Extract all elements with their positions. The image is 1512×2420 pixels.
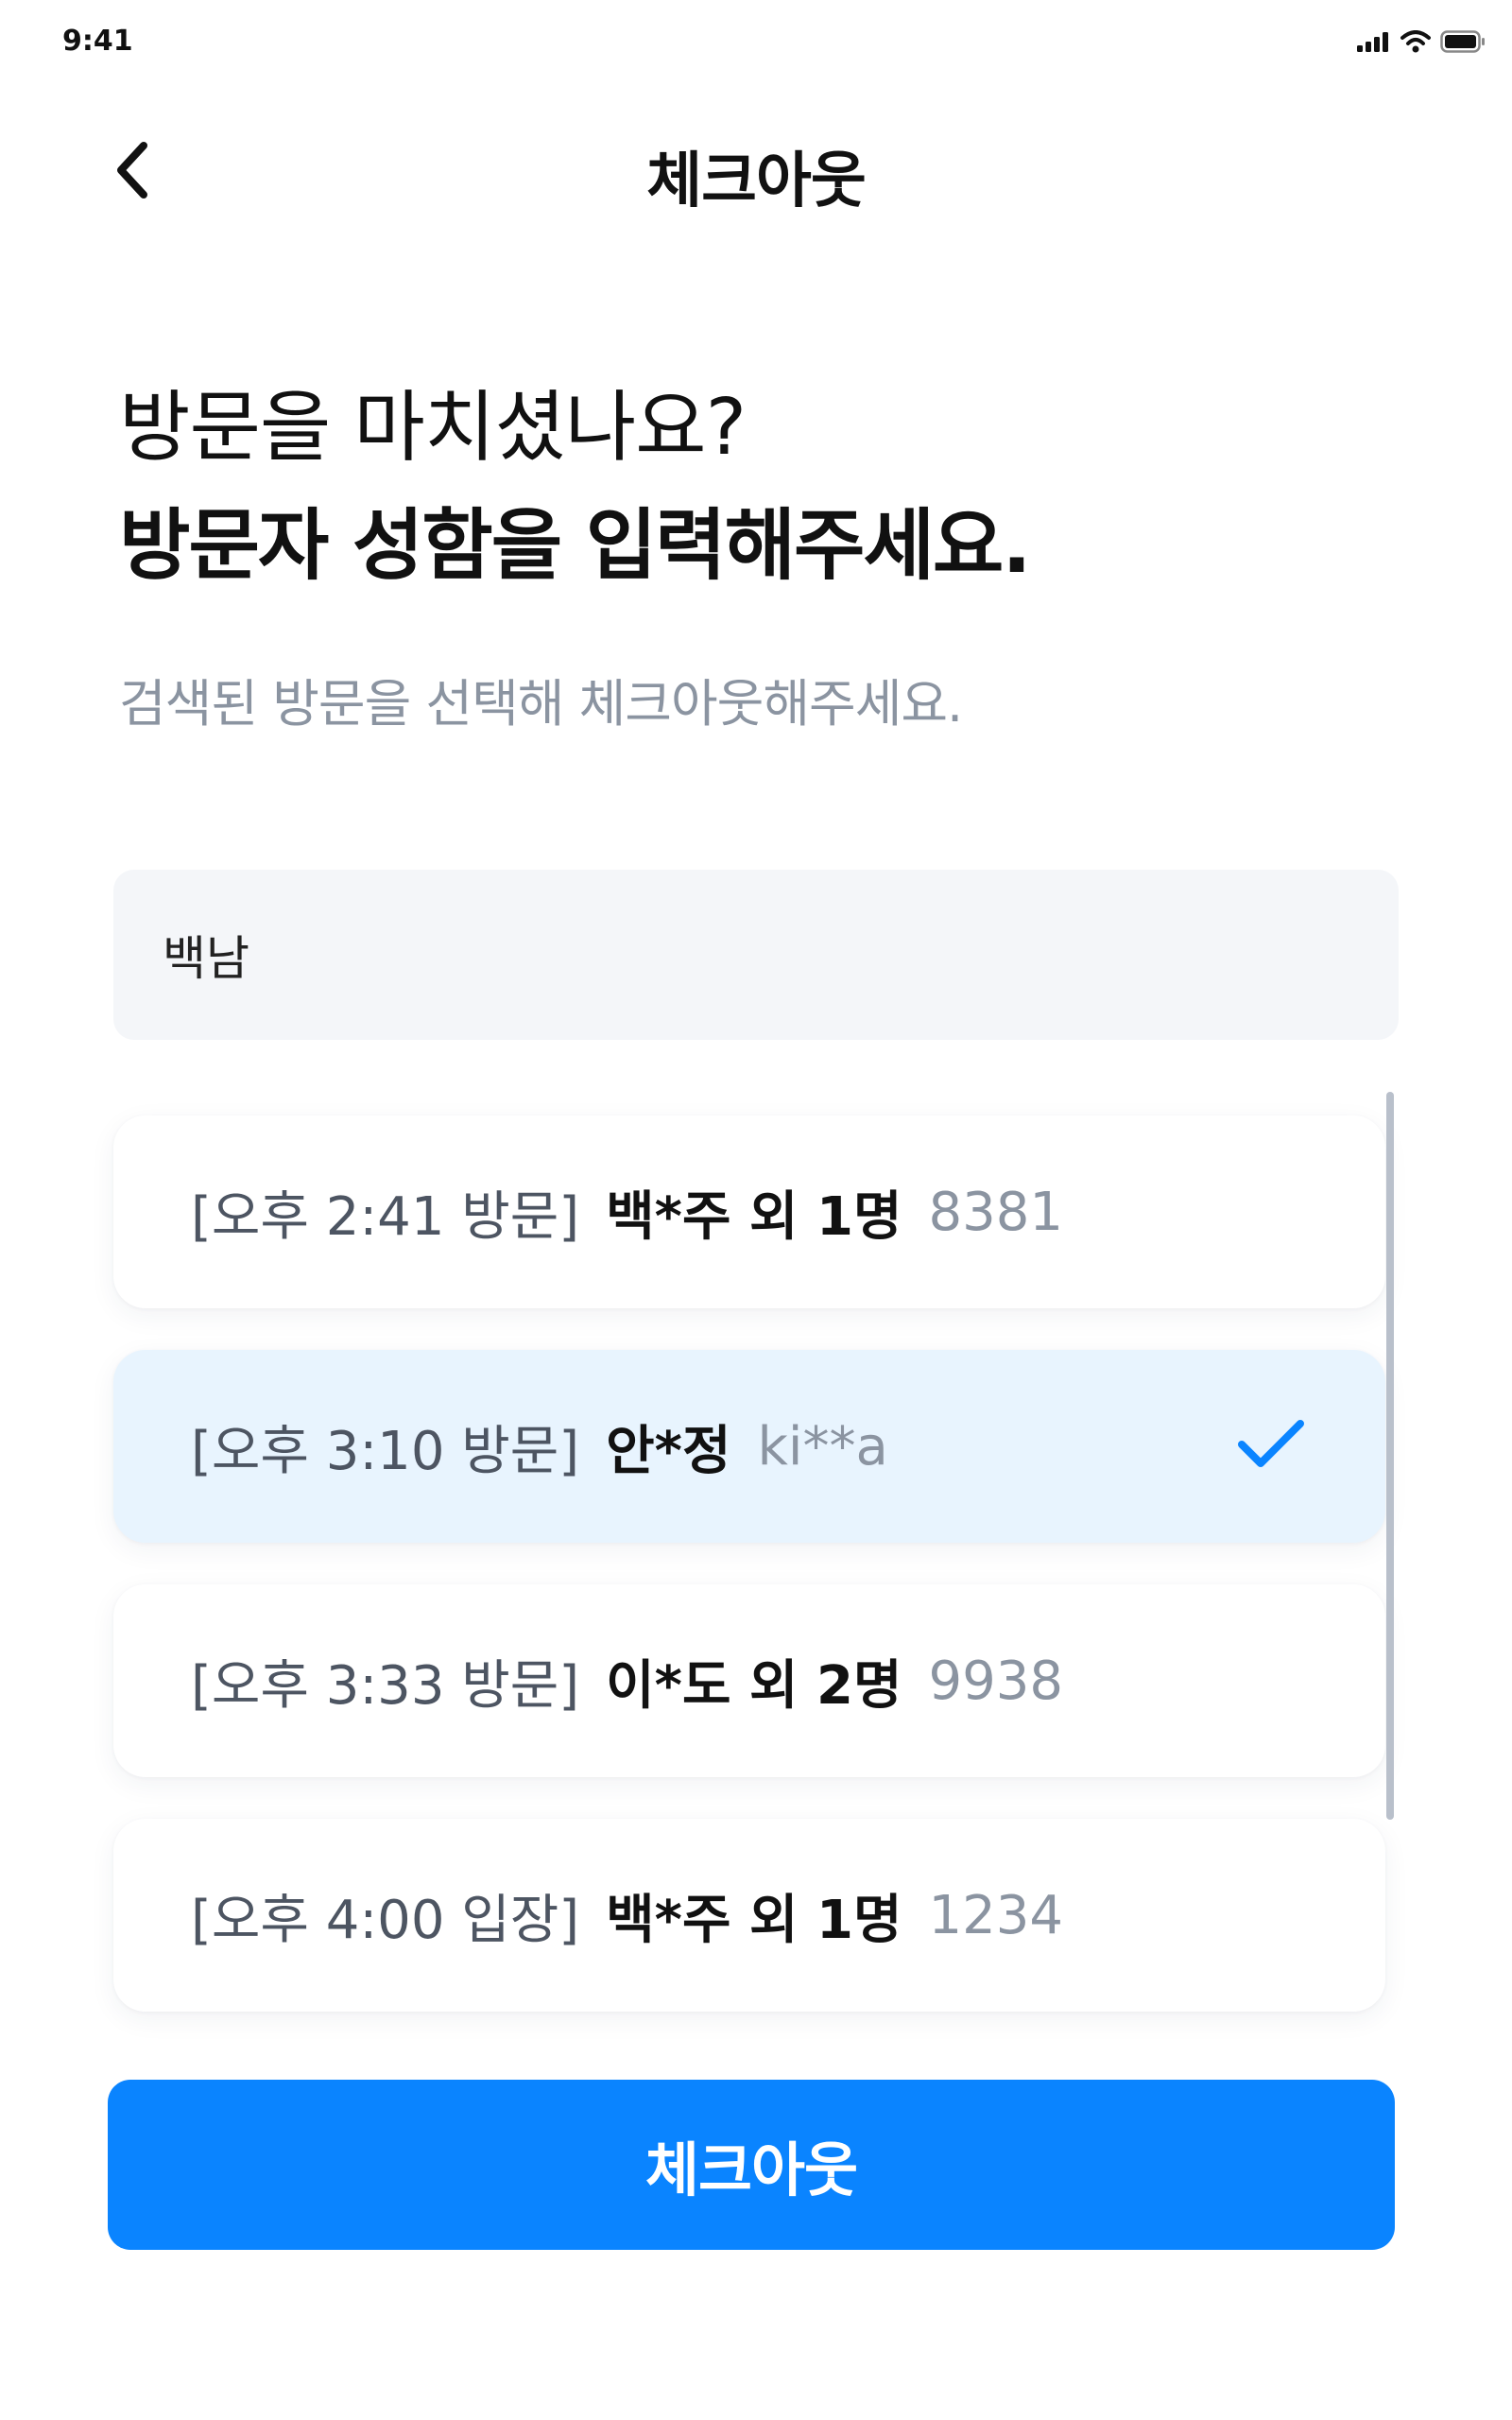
visit-list-item[interactable]: [오후 4:00 입장] 백*주 외 1명 1234 xyxy=(113,1819,1385,2012)
visitor-name: 백*주 외 1명 xyxy=(606,1185,902,1248)
search-field[interactable] xyxy=(113,870,1399,1040)
status-icons xyxy=(1357,30,1486,53)
visit-time: [오후 3:33 방문] xyxy=(191,1654,580,1717)
status-time: 9:41 xyxy=(62,25,133,58)
visit-list-item[interactable]: [오후 2:41 방문] 백*주 외 1명 8381 xyxy=(113,1115,1385,1308)
visitor-name: 백*주 외 1명 xyxy=(606,1889,902,1951)
battery-icon xyxy=(1440,30,1485,53)
visit-code: 9938 xyxy=(928,1650,1063,1712)
list-scrollbar[interactable] xyxy=(1386,1092,1394,1820)
hint-text: 검색된 방문을 선택해 체크아웃해주세요. xyxy=(119,674,963,734)
visitor-name-input[interactable] xyxy=(161,926,1351,983)
visit-code: 1234 xyxy=(928,1884,1063,1946)
visitor-name: 안*정 xyxy=(606,1420,731,1482)
wifi-icon xyxy=(1400,30,1431,53)
page-title: 체크아웃 xyxy=(646,147,867,216)
question-heading: 방문을 마치셨나요? xyxy=(119,383,747,473)
visit-code: 8381 xyxy=(928,1181,1063,1243)
check-icon xyxy=(1238,1420,1304,1467)
visit-list-item-selected[interactable]: [오후 3:10 방문] 안*정 ki**a xyxy=(113,1350,1385,1543)
instruction-heading: 방문자 성함을 입력해주세요. xyxy=(119,501,1032,591)
visit-code: ki**a xyxy=(757,1415,888,1478)
visit-list-item[interactable]: [오후 3:33 방문] 이*도 외 2명 9938 xyxy=(113,1584,1385,1777)
visit-time: [오후 2:41 방문] xyxy=(191,1185,580,1248)
signal-icon xyxy=(1357,32,1388,52)
visit-time: [오후 4:00 입장] xyxy=(191,1889,580,1951)
visitor-name: 이*도 외 2명 xyxy=(606,1654,902,1717)
visit-time: [오후 3:10 방문] xyxy=(191,1420,580,1482)
checkout-button[interactable]: 체크아웃 xyxy=(108,2080,1395,2250)
